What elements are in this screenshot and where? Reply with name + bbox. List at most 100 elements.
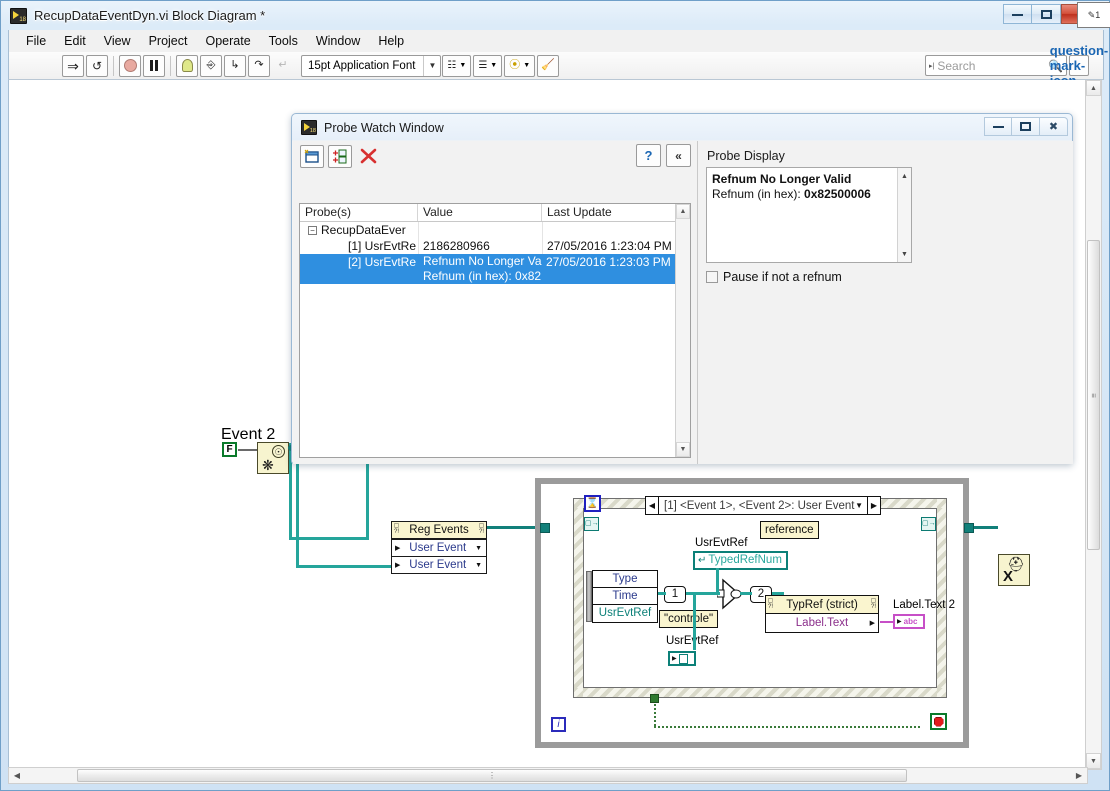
probe-table[interactable]: Probe(s) Value Last Update − RecupDataEve… [299,203,691,458]
event-structure[interactable]: ⌛ ◀ [1] <Event 1>, <Event 2>: User Event… [574,495,946,697]
scroll-left-button[interactable]: ◀ [9,768,25,783]
dynamic-event-terminal-right[interactable]: ▢→ [921,517,936,531]
table-row[interactable]: [2] UsrEvtRe Refnum No Longer Va Refnum … [300,254,690,284]
dynamic-event-terminal-left[interactable]: ▢→ [584,517,599,531]
context-help-button[interactable]: ✎1 [1077,2,1110,28]
scroll-down-icon[interactable]: ▼ [676,442,690,457]
application-window: RecupDataEventDyn.vi Block Diagram * ✕ F… [0,0,1110,791]
event-data-type: Type [593,571,657,588]
scroll-down-icon[interactable]: ▼ [898,247,911,261]
probe-collapse-button[interactable]: « [666,144,691,167]
run-button[interactable]: ⇒ [62,54,84,77]
expander-icon[interactable]: − [308,226,317,236]
clean-up-diagram-icon: 🧹 [541,59,556,71]
minimize-button[interactable] [1003,4,1032,24]
step-over-icon: ↷ [254,59,264,71]
step-into-button[interactable]: ↳ [224,54,246,77]
column-header-last-update[interactable]: Last Update [542,204,690,221]
search-input[interactable]: ▸| Search 🔍 [925,55,1067,76]
probe-help-button[interactable]: ? [636,144,661,167]
align-objects-button[interactable]: ☷ ▼ [442,54,472,77]
event-data-node[interactable]: Type Time UsrEvtRef [586,570,658,623]
unregister-for-events-node[interactable]: ⛑ X [998,554,1030,586]
clean-up-diagram-button[interactable]: 🧹 [537,54,560,77]
probe-close-button[interactable]: ✖ [1040,117,1068,136]
loop-stop-condition[interactable] [930,713,947,730]
event-case-selector[interactable]: ◀ [1] <Event 1>, <Event 2>: User Event ▼… [645,496,881,515]
column-header-probes[interactable]: Probe(s) [300,204,418,221]
horizontal-scrollbar[interactable]: ◀ ⋮ ▶ [8,767,1088,784]
usrevtref-refnum-terminal[interactable]: ▶ [668,651,696,666]
retain-wire-values-button[interactable]: ⎆ [200,54,222,77]
probe-minimize-button[interactable] [984,117,1012,136]
column-header-value[interactable]: Value [418,204,542,221]
numeric-constant-1[interactable]: 1 [664,586,686,603]
reference-in-pin-icon: ▢?! [767,598,774,610]
chevron-down-icon: ▼ [459,62,467,69]
step-out-button[interactable]: ↵ [272,55,294,77]
menu-operate[interactable]: Operate [196,32,259,50]
horizontal-scroll-thumb[interactable]: ⋮ [77,769,907,782]
probe-toolbar: ? « [293,141,697,171]
reorder-button[interactable]: ⦿ ▼ [504,54,536,77]
menu-file[interactable]: File [17,32,55,50]
step-over-button[interactable]: ↷ [248,54,270,77]
add-probe-button[interactable] [328,144,352,168]
prev-case-icon[interactable]: ◀ [646,497,659,514]
new-probe-button[interactable] [300,144,324,168]
run-continuously-button[interactable]: ↺ [86,54,108,77]
chevron-down-icon[interactable]: ▼ [423,55,440,76]
scroll-up-icon[interactable]: ▲ [676,204,690,219]
distribute-objects-button[interactable]: ☰ ▼ [473,54,503,77]
x-mark-icon: X [1003,568,1014,585]
reg-events-row-1[interactable]: ▶ User Event ▼ [392,556,486,573]
timeout-terminal[interactable]: ⌛ [584,495,601,512]
probe-display-line1: Refnum No Longer Valid [712,172,852,186]
menu-view[interactable]: View [95,32,140,50]
probe-table-scrollbar[interactable]: ▲ ▼ [675,204,690,457]
scroll-right-button[interactable]: ▶ [1071,768,1087,783]
menu-edit[interactable]: Edit [55,32,95,50]
highlight-execution-button[interactable] [176,54,198,77]
string-indicator[interactable]: ▶ abc [893,614,925,629]
chevron-down-icon[interactable]: ▼ [475,545,482,552]
event-data-node-grip[interactable] [586,571,592,622]
probe-group-cell[interactable]: − RecupDataEver [300,222,418,238]
pause-if-not-refnum-checkbox[interactable] [706,271,718,283]
table-row[interactable]: − RecupDataEver [300,222,690,238]
menu-project[interactable]: Project [140,32,197,50]
help-button[interactable]: question-mark-icon [1050,43,1109,88]
probe-display-scrollbar[interactable]: ▲ ▼ [897,168,911,262]
scroll-up-icon[interactable]: ▲ [898,169,911,183]
property-node[interactable]: ▢?! TypRef (strict) ▢?! Label.Text ▶ [765,595,879,633]
vertical-scroll-thumb[interactable]: ≡ [1087,240,1100,550]
next-case-icon[interactable]: ▶ [867,497,880,514]
maximize-icon [1040,9,1052,19]
typed-refnum-control[interactable]: ↵ TypedRefNum [693,551,788,570]
create-user-event-node[interactable]: ☉ ❋ [257,442,289,474]
pause-if-not-refnum-row[interactable]: Pause if not a refnum [706,270,842,284]
reg-events-row-0[interactable]: ▶ User Event ▼ [392,539,486,556]
probe-watch-window[interactable]: Probe Watch Window ✖ [291,113,1073,464]
scroll-up-button[interactable]: ▲ [1086,80,1101,96]
menu-help[interactable]: Help [369,32,413,50]
table-row[interactable]: [1] UsrEvtRe 2186280966 27/05/2016 1:23:… [300,238,690,254]
pause-button[interactable] [143,54,165,77]
maximize-button[interactable] [1032,4,1061,24]
search-placeholder: Search [937,58,976,73]
abort-button[interactable] [119,54,141,77]
register-for-events-node[interactable]: ▢?! Reg Events ▢?! ▶ User Event ▼ ▶ User… [391,521,487,574]
chevron-down-icon[interactable]: ▼ [475,562,482,569]
delete-probe-button[interactable] [356,145,380,168]
chevron-down-icon[interactable]: ▼ [855,501,863,510]
string-constant-controle[interactable]: "controle" [659,610,719,628]
font-selector[interactable]: 15pt Application Font ▼ [301,54,442,77]
scroll-down-button[interactable]: ▼ [1086,753,1101,769]
menu-tools[interactable]: Tools [260,32,307,50]
vertical-scrollbar[interactable]: ▲ ≡ ▼ [1085,80,1102,770]
probe-maximize-button[interactable] [1012,117,1040,136]
probe-display-pane: Probe Display Refnum No Longer Valid Ref… [697,141,1073,464]
boolean-constant[interactable]: F [222,442,237,457]
property-node-property[interactable]: Label.Text ▶ [766,614,878,632]
menu-window[interactable]: Window [307,32,369,50]
